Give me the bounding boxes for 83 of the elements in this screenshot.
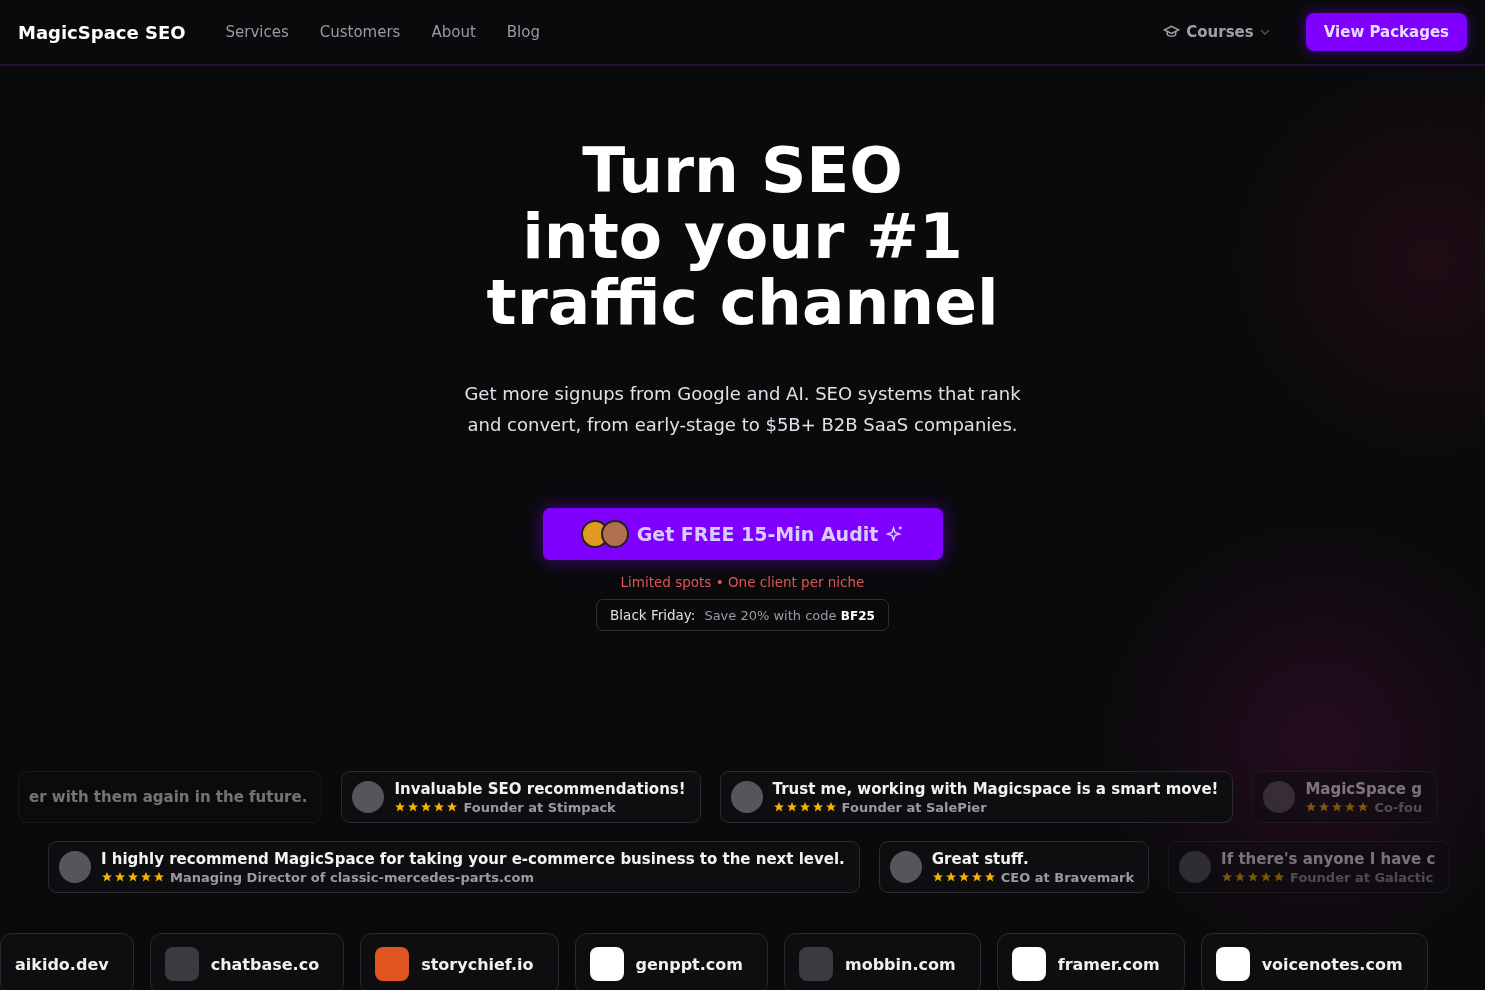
star-icon bbox=[1305, 801, 1318, 813]
testimonial-role: Founder at SalePier bbox=[841, 799, 987, 815]
client-name: mobbin.com bbox=[845, 954, 956, 974]
star-icon bbox=[1221, 871, 1234, 883]
avatar-icon bbox=[730, 781, 763, 813]
star-icon bbox=[407, 801, 420, 813]
courses-menu[interactable]: Courses bbox=[1157, 22, 1276, 42]
testimonial-role: Founder at Stimpack bbox=[463, 799, 616, 815]
audit-button[interactable]: Get FREE 15-Min Audit bbox=[542, 508, 943, 560]
star-icon bbox=[957, 871, 970, 883]
client-name: aikido.dev bbox=[15, 954, 109, 974]
testimonial-role: CEO at Bravemark bbox=[1000, 869, 1135, 885]
testimonial-quote: If there's anyone I have c bbox=[1221, 849, 1436, 868]
brand-logo-text[interactable]: MagicSpace SEO bbox=[18, 21, 186, 43]
nav-link[interactable]: About bbox=[431, 23, 476, 41]
headline-line: traffic channel bbox=[486, 270, 999, 336]
testimonial-quote: I highly recommend MagicSpace for taking your e-commerce business to the next level. bbox=[101, 849, 845, 868]
star-icon bbox=[394, 801, 407, 813]
avatar-icon bbox=[889, 851, 922, 883]
star-icon bbox=[944, 871, 957, 883]
client-logo-icon bbox=[1215, 947, 1250, 981]
star-icon bbox=[127, 871, 139, 883]
limited-spots-note: Limited spots • One client per niche bbox=[620, 574, 865, 590]
testimonial-role: Founder at Galactic bbox=[1290, 869, 1434, 885]
headline-line: Turn SEO bbox=[582, 138, 903, 204]
testimonial-quote: er with them again in the future. bbox=[29, 788, 308, 806]
testimonial-quote: Invaluable SEO recommendations! bbox=[394, 779, 686, 798]
client-logo-icon bbox=[164, 947, 199, 981]
avatar-icon bbox=[59, 851, 91, 883]
testimonial-quote: Great stuff. bbox=[931, 849, 1030, 868]
star-icon bbox=[140, 871, 152, 883]
star-icon bbox=[446, 801, 459, 813]
star-icon bbox=[1260, 871, 1273, 883]
star-icon bbox=[1247, 871, 1260, 883]
nav-link[interactable]: Customers bbox=[319, 23, 401, 41]
view-packages-button[interactable]: View Packages bbox=[1305, 13, 1467, 51]
client-logo-icon bbox=[799, 947, 833, 981]
star-icon bbox=[1331, 801, 1344, 813]
star-icon bbox=[970, 871, 983, 883]
graduation-cap-icon bbox=[1163, 25, 1181, 39]
star-icon bbox=[1344, 801, 1357, 813]
client-name: framer.com bbox=[1057, 954, 1160, 974]
client-name: chatbase.co bbox=[210, 954, 320, 974]
avatar-icon bbox=[600, 520, 629, 548]
promo-label: Black Friday: bbox=[610, 607, 696, 623]
promo-text: Save 20% with code bbox=[704, 608, 837, 623]
star-icon bbox=[824, 801, 837, 813]
star-icon bbox=[153, 871, 165, 883]
client-logo-icon bbox=[375, 947, 410, 981]
testimonial-quote: Trust me, working with Magicspace is a smart move! bbox=[772, 779, 1219, 798]
nav-link[interactable]: Services bbox=[225, 23, 289, 41]
client-name: genppt.com bbox=[635, 954, 743, 974]
client-logo-icon bbox=[589, 947, 624, 981]
star-icon bbox=[1318, 801, 1331, 813]
testimonial-role: Co-fou bbox=[1374, 799, 1423, 815]
client-logo-icon bbox=[1011, 947, 1046, 981]
star-icon bbox=[1357, 801, 1370, 813]
avatar-icon bbox=[352, 781, 385, 813]
star-icon bbox=[433, 801, 446, 813]
client-name: voicenotes.com bbox=[1261, 954, 1403, 974]
avatar-icon bbox=[1179, 851, 1212, 883]
headline-line: into your #1 bbox=[522, 204, 963, 270]
star-icon bbox=[101, 871, 113, 883]
star-icon bbox=[785, 801, 798, 813]
avatar-icon bbox=[1263, 781, 1296, 813]
star-icon bbox=[1273, 871, 1286, 883]
testimonial-role: Managing Director of classic-mercedes-parts.com bbox=[170, 869, 535, 885]
sparkle-icon bbox=[886, 525, 905, 543]
promo-code: BF25 bbox=[840, 609, 875, 623]
nav-link[interactable]: Blog bbox=[506, 23, 540, 41]
subtitle-line: and convert, from early-stage to $5B+ B2B SaaS companies. bbox=[467, 413, 1018, 437]
star-icon bbox=[1234, 871, 1247, 883]
star-icon bbox=[772, 801, 785, 813]
testimonial-quote: MagicSpace g bbox=[1305, 779, 1423, 798]
star-icon bbox=[798, 801, 811, 813]
client-name: storychief.io bbox=[421, 954, 534, 974]
star-icon bbox=[420, 801, 433, 813]
subtitle-line: Get more signups from Google and AI. SEO systems that rank bbox=[464, 382, 1021, 406]
star-icon bbox=[931, 871, 944, 883]
chevron-down-icon bbox=[1259, 29, 1270, 35]
star-icon bbox=[114, 871, 126, 883]
star-icon bbox=[811, 801, 824, 813]
star-icon bbox=[983, 871, 996, 883]
